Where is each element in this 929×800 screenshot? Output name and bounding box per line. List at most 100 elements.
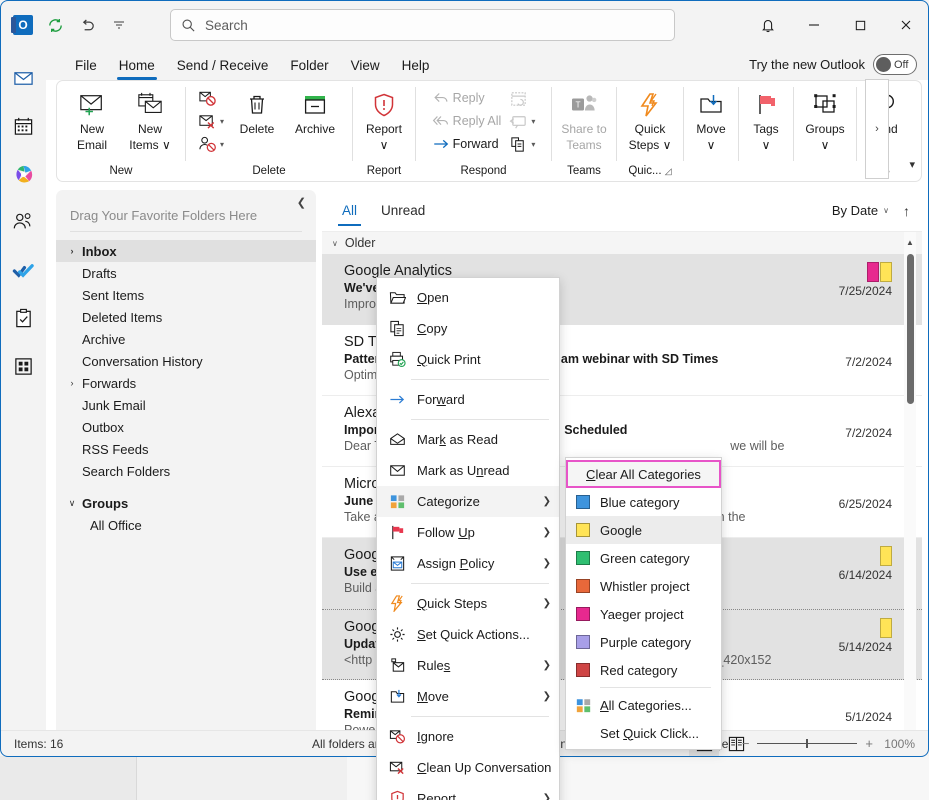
scrollbar-thumb[interactable] — [907, 254, 914, 404]
delete-button[interactable]: Delete — [228, 85, 286, 137]
new-email-button[interactable]: New Email — [63, 85, 121, 152]
ribbon-overflow-button[interactable]: › — [865, 79, 889, 179]
favorites-drop-zone[interactable]: Drag Your Favorite Folders Here — [56, 190, 316, 231]
meeting-button[interactable] — [505, 87, 539, 109]
groups-button[interactable]: Groups ∨ — [796, 85, 854, 152]
calendar-app-icon[interactable] — [5, 108, 41, 144]
context-menu-item-move[interactable]: Move ❯ — [377, 681, 559, 712]
filter-unread-tab[interactable]: Unread — [373, 199, 433, 222]
clean-up-button[interactable]: ▾ — [194, 110, 228, 132]
ribbon-collapse-icon[interactable]: ▾ — [909, 158, 915, 171]
chevron-down-icon[interactable]: ∨ — [66, 498, 78, 509]
move-button[interactable]: Move ∨ — [682, 85, 740, 152]
context-menu-item-categorize[interactable]: Categorize ❯ — [377, 486, 559, 517]
quick-steps-button[interactable]: Quick Steps ∨ — [621, 85, 679, 152]
people-app-icon[interactable] — [5, 204, 41, 240]
submenu-item-red-category[interactable]: Red category — [566, 656, 721, 684]
share-to-teams-button[interactable]: T Share to Teams — [555, 85, 613, 152]
more-apps-icon[interactable] — [5, 348, 41, 384]
archive-button[interactable]: Archive — [286, 85, 344, 137]
context-menu-item-rules[interactable]: Rules ❯ — [377, 650, 559, 681]
forward-button[interactable]: Forward — [428, 133, 506, 155]
context-menu-item-ignore[interactable]: Ignore — [377, 721, 559, 752]
filter-all-tab[interactable]: All — [334, 199, 365, 226]
context-menu-item-follow-up[interactable]: Follow Up ❯ — [377, 517, 559, 548]
submenu-item-clear-all-categories[interactable]: Clear All Categories — [566, 460, 721, 488]
sidebar-item-junk-email[interactable]: Junk Email — [56, 394, 316, 416]
sidebar-item-rss-feeds[interactable]: RSS Feeds — [56, 438, 316, 460]
notifications-bell-icon[interactable] — [745, 0, 791, 50]
todo-app-icon[interactable] — [5, 252, 41, 288]
submenu-item-blue-category[interactable]: Blue category — [566, 488, 721, 516]
sidebar-item-search-folders[interactable]: Search Folders — [56, 460, 316, 482]
customize-quick-access-icon[interactable] — [104, 10, 134, 40]
reply-with-meeting-button[interactable]: ▾ — [505, 110, 539, 132]
mail-app-icon[interactable] — [5, 60, 41, 96]
junk-button[interactable]: ▾ — [194, 133, 228, 155]
sidebar-item-conversation-history[interactable]: Conversation History — [56, 350, 316, 372]
sidebar-item-outbox[interactable]: Outbox — [56, 416, 316, 438]
zoom-control[interactable]: − + 100% — [742, 736, 915, 751]
sync-icon[interactable] — [40, 10, 70, 40]
tab-home[interactable]: Home — [108, 55, 166, 80]
submenu-item-green-category[interactable]: Green category — [566, 544, 721, 572]
tab-send-receive[interactable]: Send / Receive — [166, 55, 280, 76]
context-menu-item-forward[interactable]: Forward — [377, 384, 559, 415]
zoom-slider[interactable] — [757, 739, 858, 748]
message-group-header-older[interactable]: ∨ Older — [322, 232, 922, 254]
report-button[interactable]: Report ∨ — [355, 85, 413, 152]
submenu-item-all-categories[interactable]: All Categories... — [566, 691, 721, 719]
tab-help[interactable]: Help — [391, 55, 441, 76]
tab-file[interactable]: File — [64, 55, 108, 76]
dialog-launcher-icon[interactable]: ◿ — [665, 166, 672, 176]
collapse-folder-pane-icon[interactable]: ❮ — [297, 196, 306, 209]
sidebar-item-groups[interactable]: ∨ Groups — [56, 492, 316, 514]
message-list-scrollbar[interactable]: ▲ — [904, 232, 916, 750]
scroll-up-icon[interactable]: ▲ — [904, 234, 916, 250]
sidebar-item-drafts[interactable]: Drafts — [56, 262, 316, 284]
maximize-icon[interactable] — [837, 0, 883, 50]
chevron-right-icon[interactable]: › — [66, 378, 78, 388]
context-menu-item-assign-policy[interactable]: Assign Policy ❯ — [377, 548, 559, 579]
sidebar-item-archive[interactable]: Archive — [56, 328, 316, 350]
submenu-item-whistler-project[interactable]: Whistler project — [566, 572, 721, 600]
context-menu-item-clean-up-conversation[interactable]: Clean Up Conversation — [377, 752, 559, 783]
context-menu-item-report[interactable]: Report ❯ — [377, 783, 559, 800]
zoom-in-button[interactable]: + — [865, 736, 873, 751]
ignore-button[interactable] — [194, 87, 228, 109]
submenu-item-purple-category[interactable]: Purple category — [566, 628, 721, 656]
submenu-item-yaeger-project[interactable]: Yaeger project — [566, 600, 721, 628]
reply-all-button[interactable]: Reply All — [428, 110, 506, 132]
try-new-outlook-toggle[interactable]: Try the new Outlook Off — [749, 54, 917, 75]
context-menu-item-quick-steps[interactable]: Quick Steps ❯ — [377, 588, 559, 619]
copilot-app-icon[interactable] — [5, 156, 41, 192]
search-input[interactable]: Search — [170, 9, 675, 41]
zoom-out-button[interactable]: − — [742, 736, 750, 751]
sidebar-item-inbox[interactable]: › Inbox — [56, 240, 316, 262]
submenu-item-set-quick-click[interactable]: Set Quick Click... — [566, 719, 721, 747]
context-menu-item-mark-as-read[interactable]: Mark as Read — [377, 424, 559, 455]
minimize-icon[interactable] — [791, 0, 837, 50]
close-icon[interactable] — [883, 0, 929, 50]
tasks-app-icon[interactable] — [5, 300, 41, 336]
context-menu-item-copy[interactable]: Copy — [377, 313, 559, 344]
sidebar-item-deleted-items[interactable]: Deleted Items — [56, 306, 316, 328]
context-menu-item-open[interactable]: Open — [377, 282, 559, 313]
sort-ascending-arrow-icon[interactable]: ↑ — [903, 203, 910, 219]
chevron-right-icon[interactable]: › — [66, 246, 78, 256]
context-menu-item-set-quick-actions[interactable]: Set Quick Actions... — [377, 619, 559, 650]
sort-by-dropdown[interactable]: By Date ∨ — [832, 203, 889, 218]
sidebar-item-all-office[interactable]: All Office — [56, 514, 316, 536]
submenu-item-google[interactable]: Google — [566, 516, 721, 544]
tab-view[interactable]: View — [340, 55, 391, 76]
undo-icon[interactable] — [72, 10, 102, 40]
sidebar-item-sent-items[interactable]: Sent Items — [56, 284, 316, 306]
context-menu-item-quick-print[interactable]: Quick Print — [377, 344, 559, 375]
new-outlook-switch[interactable]: Off — [873, 54, 917, 75]
context-menu-item-mark-as-unread[interactable]: Mark as Unread — [377, 455, 559, 486]
sidebar-item-forwards[interactable]: › Forwards — [56, 372, 316, 394]
tab-folder[interactable]: Folder — [279, 55, 339, 76]
tags-button[interactable]: Tags ∨ — [737, 85, 795, 152]
reply-button[interactable]: Reply — [428, 87, 506, 109]
new-items-button[interactable]: New Items ∨ — [121, 85, 179, 152]
